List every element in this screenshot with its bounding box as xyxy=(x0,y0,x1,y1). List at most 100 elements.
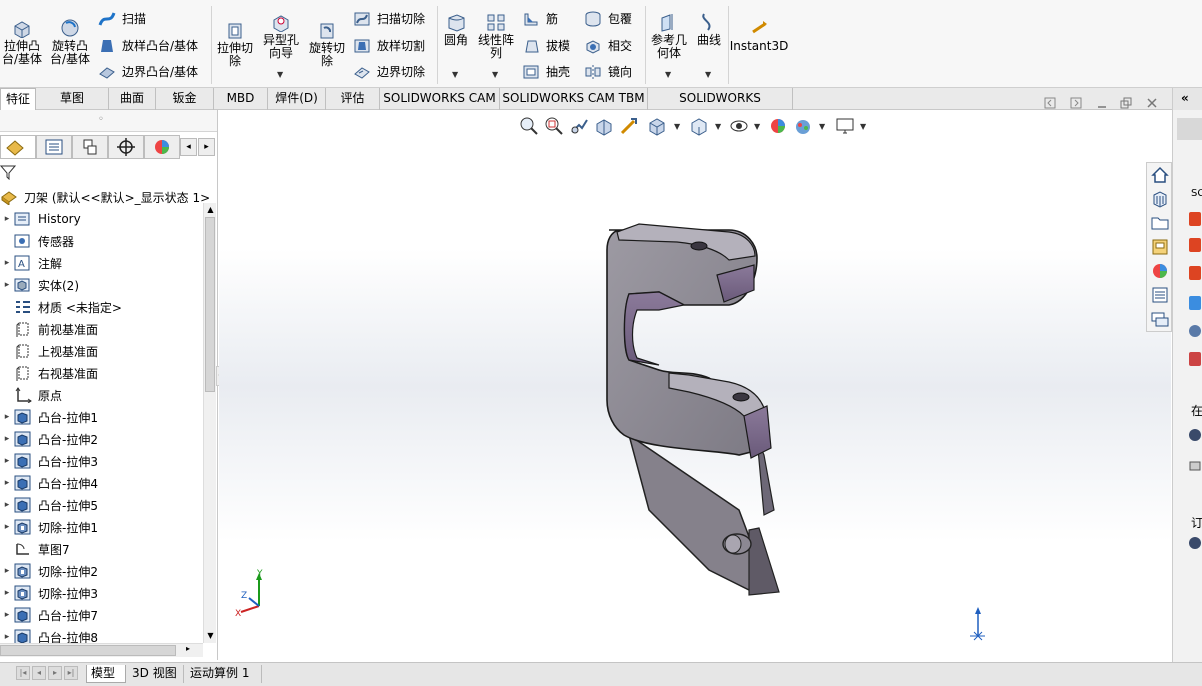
appearances-icon[interactable] xyxy=(1150,261,1170,281)
custom-properties-icon[interactable] xyxy=(1150,285,1170,305)
curves-button[interactable]: 曲线 xyxy=(693,12,725,47)
hide-show-dropdown-icon[interactable]: ▼ xyxy=(754,122,760,131)
task-pane-item-icon[interactable] xyxy=(1173,454,1202,476)
tab-3d-views[interactable]: 3D 视图 xyxy=(128,665,184,683)
tab-display-manager[interactable] xyxy=(144,135,180,159)
expand-arrow-icon[interactable]: ▸ xyxy=(0,478,14,488)
task-pane-item-icon[interactable] xyxy=(1173,292,1202,314)
solidworks-resources-icon[interactable] xyxy=(1150,165,1170,185)
scroll-up-icon[interactable]: ▲ xyxy=(204,205,217,214)
expand-arrow-icon[interactable]: ▸ xyxy=(0,588,14,598)
tab-dimxpert-manager[interactable] xyxy=(108,135,144,159)
zoom-to-fit-icon[interactable] xyxy=(519,116,539,136)
task-pane-item-icon[interactable] xyxy=(1173,320,1202,342)
tab-model[interactable]: 模型 xyxy=(86,665,126,683)
extrude-boss-button[interactable]: 拉伸凸 台/基体 xyxy=(0,18,44,66)
tree-item[interactable]: 材质 <未指定> xyxy=(0,296,122,318)
tree-item[interactable]: ▸ 凸台-拉伸5 xyxy=(0,494,98,516)
expand-arrow-icon[interactable]: ▸ xyxy=(0,214,14,224)
curves-dropdown-icon[interactable]: ▼ xyxy=(705,70,711,79)
revolve-boss-button[interactable]: 旋转凸 台/基体 xyxy=(48,18,92,66)
fillet-button[interactable]: 圆角 xyxy=(441,12,471,47)
draft-button[interactable]: 拔模 xyxy=(522,37,570,54)
reference-geometry-button[interactable]: 参考几 何体 xyxy=(648,12,690,60)
restore-icon[interactable] xyxy=(1118,96,1134,112)
tree-item[interactable]: ▸ 切除-拉伸1 xyxy=(0,516,98,538)
tree-item[interactable]: ▸ 凸台-拉伸2 xyxy=(0,428,98,450)
tab-surfaces[interactable]: 曲面 xyxy=(109,88,156,110)
tree-item[interactable]: 前视基准面 xyxy=(0,318,98,340)
intersect-button[interactable]: 相交 xyxy=(584,37,632,54)
zoom-to-area-icon[interactable] xyxy=(544,116,564,136)
expand-arrow-icon[interactable]: ▸ xyxy=(0,522,14,532)
view-settings-icon[interactable] xyxy=(835,116,855,136)
minimize-icon[interactable] xyxy=(1094,96,1110,112)
loft-cut-button[interactable]: 放样切割 xyxy=(353,37,425,54)
tree-item[interactable]: ▸ 凸台-拉伸4 xyxy=(0,472,98,494)
previous-window-icon[interactable] xyxy=(1042,96,1058,112)
tab-solidworks-inspection[interactable]: SOLIDWORKS Inspection xyxy=(648,88,793,126)
scroll-down-icon[interactable]: ▼ xyxy=(204,631,217,640)
task-pane-item-icon[interactable] xyxy=(1173,208,1202,230)
tab-solidworks-cam-tbm[interactable]: SOLIDWORKS CAM TBM xyxy=(500,88,648,110)
display-style-icon[interactable] xyxy=(689,116,709,136)
boundary-cut-button[interactable]: 边界切除 xyxy=(353,63,425,80)
rib-button[interactable]: 筋 xyxy=(522,10,558,27)
view-palette-icon[interactable] xyxy=(1150,237,1170,257)
tab-scroll-right-button[interactable]: ▸ xyxy=(198,138,215,156)
hole-wizard-button[interactable]: 异型孔 向导 xyxy=(259,12,303,60)
view-orientation-icon[interactable] xyxy=(647,116,667,136)
expand-arrow-icon[interactable]: ▸ xyxy=(0,566,14,576)
linear-pattern-button[interactable]: 线性阵 列 xyxy=(476,12,516,60)
tree-item[interactable]: ▸ A 注解 xyxy=(0,252,62,274)
task-pane-item-icon[interactable] xyxy=(1173,424,1202,446)
tab-configuration-manager[interactable] xyxy=(72,135,108,159)
panel-grip-icon[interactable]: ◦ xyxy=(98,114,104,125)
first-tab-icon[interactable]: |◂ xyxy=(16,666,30,680)
tree-horizontal-scrollbar[interactable]: ▸ xyxy=(0,643,203,657)
task-pane-expand-icon[interactable]: « xyxy=(1173,88,1202,110)
tab-features[interactable]: 特征 xyxy=(0,88,36,110)
task-pane-item-icon[interactable] xyxy=(1173,234,1202,256)
boundary-boss-button[interactable]: 边界凸台/基体 xyxy=(98,63,198,80)
expand-arrow-icon[interactable]: ▸ xyxy=(0,412,14,422)
tree-item[interactable]: ▸ History xyxy=(0,208,81,230)
tree-item[interactable]: 草图7 xyxy=(0,538,70,560)
expand-arrow-icon[interactable]: ▸ xyxy=(0,610,14,620)
reference-geometry-dropdown-icon[interactable]: ▼ xyxy=(665,70,671,79)
view-orientation-dropdown-icon[interactable]: ▼ xyxy=(674,122,680,131)
section-view-icon[interactable] xyxy=(594,116,614,136)
tree-item[interactable]: ▸ 切除-拉伸3 xyxy=(0,582,98,604)
wrap-button[interactable]: 包覆 xyxy=(584,10,632,27)
previous-view-icon[interactable] xyxy=(569,116,589,136)
loft-boss-button[interactable]: 放样凸台/基体 xyxy=(98,37,198,54)
tab-evaluate[interactable]: 评估 xyxy=(326,88,380,110)
display-style-dropdown-icon[interactable]: ▼ xyxy=(715,122,721,131)
tab-feature-tree[interactable] xyxy=(0,135,36,159)
expand-arrow-icon[interactable]: ▸ xyxy=(0,258,14,268)
expand-arrow-icon[interactable]: ▸ xyxy=(0,500,14,510)
tree-vertical-scrollbar[interactable]: ▲ ▼ xyxy=(203,203,216,643)
prev-tab-icon[interactable]: ◂ xyxy=(32,666,46,680)
graphics-area[interactable]: ▼ ▼ ▼ ▼ ▼ Y X Z xyxy=(219,110,1171,663)
expand-arrow-icon[interactable]: ▸ xyxy=(0,434,14,444)
next-tab-icon[interactable]: ▸ xyxy=(48,666,62,680)
task-pane-item-icon[interactable] xyxy=(1173,532,1202,554)
linear-pattern-dropdown-icon[interactable]: ▼ xyxy=(492,70,498,79)
tree-item[interactable]: 上视基准面 xyxy=(0,340,98,362)
tree-root-part[interactable]: 刀架 (默认<<默认>_显示状态 1> xyxy=(0,186,210,208)
apply-scene-dropdown-icon[interactable]: ▼ xyxy=(819,122,825,131)
task-pane-item-icon[interactable] xyxy=(1173,262,1202,284)
tab-property-manager[interactable] xyxy=(36,135,72,159)
tree-item[interactable]: ▸ 实体(2) xyxy=(0,274,79,296)
tab-motion-study[interactable]: 运动算例 1 xyxy=(186,665,262,683)
edit-appearance-icon[interactable] xyxy=(768,116,788,136)
file-explorer-icon[interactable] xyxy=(1150,213,1170,233)
next-window-icon[interactable] xyxy=(1068,96,1084,112)
tree-item[interactable]: 传感器 xyxy=(0,230,74,252)
tree-item[interactable]: ▸ 凸台-拉伸3 xyxy=(0,450,98,472)
expand-arrow-icon[interactable]: ▸ xyxy=(0,456,14,466)
shell-button[interactable]: 抽壳 xyxy=(522,63,570,80)
view-settings-dropdown-icon[interactable]: ▼ xyxy=(860,122,866,131)
sweep-cut-button[interactable]: 扫描切除 xyxy=(353,10,425,27)
